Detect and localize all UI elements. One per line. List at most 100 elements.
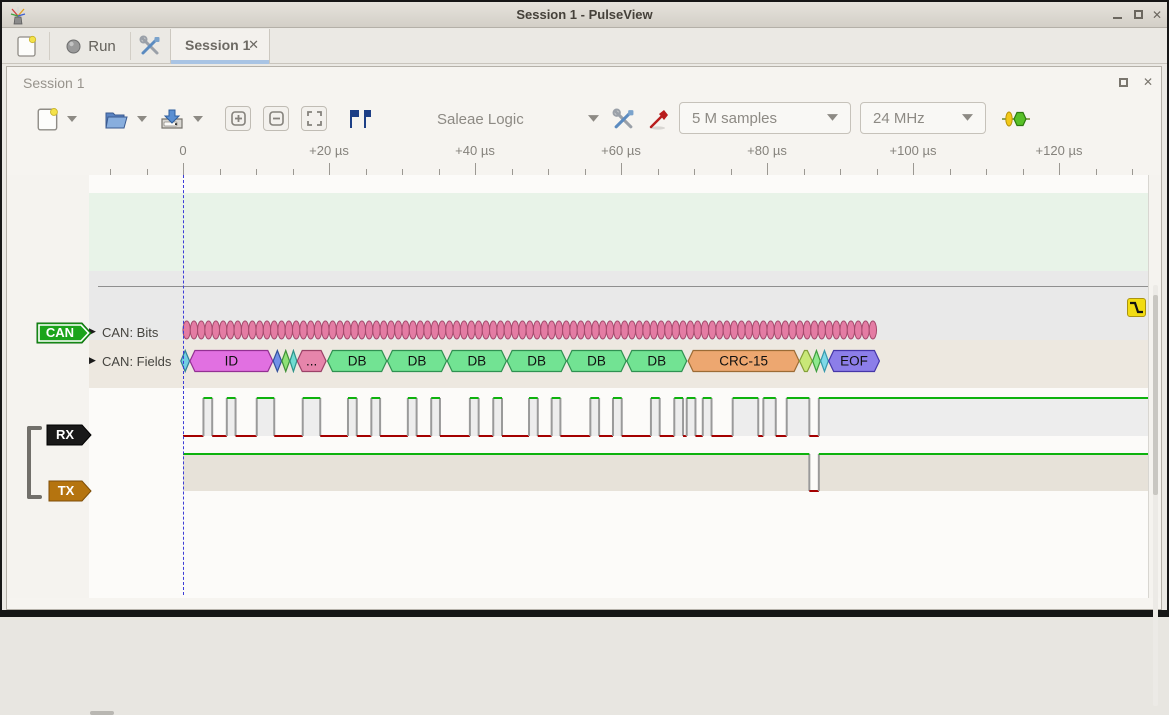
can-bit-annotation[interactable] bbox=[431, 321, 438, 339]
save-button[interactable] bbox=[157, 104, 187, 134]
channel-tag-tx[interactable]: TX bbox=[48, 480, 92, 502]
can-bit-annotation[interactable] bbox=[212, 321, 219, 339]
can-bit-annotation[interactable] bbox=[541, 321, 548, 339]
can-bit-annotation[interactable] bbox=[278, 321, 285, 339]
trace-view[interactable]: ID...DBDBDBDBDBDBCRC-15EOF ▶ CAN: Bits ▶… bbox=[7, 175, 1161, 598]
can-bit-annotation[interactable] bbox=[533, 321, 540, 339]
decoder-tag-can[interactable]: CAN bbox=[36, 322, 92, 344]
zoom-out-button[interactable] bbox=[263, 106, 289, 131]
can-bit-annotation[interactable] bbox=[563, 321, 570, 339]
can-fields-annotations[interactable]: ID...DBDBDBDBDBDBCRC-15EOF bbox=[89, 349, 1148, 373]
session-close-button[interactable]: ✕ bbox=[1139, 75, 1157, 91]
can-bit-annotation[interactable] bbox=[548, 321, 555, 339]
can-bit-annotation[interactable] bbox=[679, 321, 686, 339]
can-bit-annotation[interactable] bbox=[869, 321, 876, 339]
can-bits-annotations[interactable] bbox=[89, 320, 1148, 340]
can-bit-annotation[interactable] bbox=[672, 321, 679, 339]
can-bit-annotation[interactable] bbox=[730, 321, 737, 339]
can-bit-annotation[interactable] bbox=[774, 321, 781, 339]
session-maximize-button[interactable] bbox=[1115, 75, 1133, 91]
can-bit-annotation[interactable] bbox=[460, 321, 467, 339]
zoom-fit-button[interactable] bbox=[301, 106, 327, 131]
can-bit-annotation[interactable] bbox=[446, 321, 453, 339]
can-bit-annotation[interactable] bbox=[592, 321, 599, 339]
device-select[interactable]: Saleae Logic bbox=[437, 106, 599, 132]
can-bit-annotation[interactable] bbox=[468, 321, 475, 339]
can-field-segment[interactable] bbox=[813, 351, 821, 372]
can-bit-annotation[interactable] bbox=[825, 321, 832, 339]
can-bit-annotation[interactable] bbox=[387, 321, 394, 339]
can-bit-annotation[interactable] bbox=[504, 321, 511, 339]
can-bit-annotation[interactable] bbox=[555, 321, 562, 339]
can-bit-annotation[interactable] bbox=[263, 321, 270, 339]
can-bit-annotation[interactable] bbox=[709, 321, 716, 339]
can-bit-annotation[interactable] bbox=[190, 321, 197, 339]
can-bit-annotation[interactable] bbox=[745, 321, 752, 339]
can-bit-annotation[interactable] bbox=[300, 321, 307, 339]
can-bit-annotation[interactable] bbox=[694, 321, 701, 339]
can-bit-annotation[interactable] bbox=[789, 321, 796, 339]
sample-count-select[interactable]: 5 M samples bbox=[679, 102, 851, 134]
can-bit-annotation[interactable] bbox=[526, 321, 533, 339]
can-bit-annotation[interactable] bbox=[511, 321, 518, 339]
save-dropdown[interactable] bbox=[191, 112, 205, 126]
can-bit-annotation[interactable] bbox=[402, 321, 409, 339]
open-button[interactable] bbox=[101, 104, 131, 134]
can-bit-annotation[interactable] bbox=[314, 321, 321, 339]
can-bit-annotation[interactable] bbox=[577, 321, 584, 339]
can-bit-annotation[interactable] bbox=[373, 321, 380, 339]
can-bit-annotation[interactable] bbox=[249, 321, 256, 339]
can-bit-annotation[interactable] bbox=[241, 321, 248, 339]
can-bit-annotation[interactable] bbox=[760, 321, 767, 339]
can-bit-annotation[interactable] bbox=[701, 321, 708, 339]
add-decoder-button[interactable] bbox=[1001, 108, 1031, 130]
can-bit-annotation[interactable] bbox=[490, 321, 497, 339]
can-bit-annotation[interactable] bbox=[256, 321, 263, 339]
minimize-button[interactable] bbox=[1108, 6, 1128, 24]
configure-device-button[interactable] bbox=[609, 106, 637, 132]
can-bit-annotation[interactable] bbox=[643, 321, 650, 339]
new-file-dropdown[interactable] bbox=[65, 112, 79, 126]
can-bit-annotation[interactable] bbox=[417, 321, 424, 339]
can-bit-annotation[interactable] bbox=[833, 321, 840, 339]
can-bit-annotation[interactable] bbox=[227, 321, 234, 339]
can-field-segment[interactable] bbox=[290, 351, 297, 372]
can-bit-annotation[interactable] bbox=[475, 321, 482, 339]
can-bit-annotation[interactable] bbox=[855, 321, 862, 339]
can-bit-annotation[interactable] bbox=[380, 321, 387, 339]
maximize-button[interactable] bbox=[1129, 6, 1149, 24]
close-button[interactable]: ✕ bbox=[1147, 6, 1167, 24]
can-bit-annotation[interactable] bbox=[752, 321, 759, 339]
can-bit-annotation[interactable] bbox=[438, 321, 445, 339]
can-bit-annotation[interactable] bbox=[292, 321, 299, 339]
can-field-segment[interactable] bbox=[273, 351, 281, 372]
can-bit-annotation[interactable] bbox=[782, 321, 789, 339]
channel-tag-rx[interactable]: RX bbox=[46, 424, 92, 446]
can-bit-annotation[interactable] bbox=[570, 321, 577, 339]
can-bit-annotation[interactable] bbox=[606, 321, 613, 339]
can-bit-annotation[interactable] bbox=[351, 321, 358, 339]
run-button[interactable]: Run bbox=[56, 31, 126, 61]
new-session-button[interactable] bbox=[10, 31, 44, 61]
can-bit-annotation[interactable] bbox=[599, 321, 606, 339]
can-field-segment[interactable] bbox=[282, 351, 290, 372]
can-bit-annotation[interactable] bbox=[665, 321, 672, 339]
can-bit-annotation[interactable] bbox=[497, 321, 504, 339]
can-bit-annotation[interactable] bbox=[424, 321, 431, 339]
horizontal-scrollbar-handle[interactable] bbox=[90, 711, 114, 715]
can-bit-annotation[interactable] bbox=[767, 321, 774, 339]
can-bit-annotation[interactable] bbox=[453, 321, 460, 339]
time-ruler[interactable]: 0+20 µs+40 µs+60 µs+80 µs+100 µs+120 µs bbox=[7, 143, 1161, 175]
zoom-in-button[interactable] bbox=[225, 106, 251, 131]
tab-session-1[interactable]: Session 1 ✕ bbox=[170, 29, 270, 64]
can-bit-annotation[interactable] bbox=[862, 321, 869, 339]
can-bit-annotation[interactable] bbox=[409, 321, 416, 339]
trigger-marker-falling-edge[interactable] bbox=[1127, 298, 1146, 317]
expander-can-fields[interactable]: ▶ bbox=[89, 355, 96, 366]
can-bit-annotation[interactable] bbox=[322, 321, 329, 339]
can-bit-annotation[interactable] bbox=[840, 321, 847, 339]
can-bit-annotation[interactable] bbox=[219, 321, 226, 339]
can-bit-annotation[interactable] bbox=[358, 321, 365, 339]
can-bit-annotation[interactable] bbox=[847, 321, 854, 339]
channels-button[interactable] bbox=[645, 106, 673, 132]
